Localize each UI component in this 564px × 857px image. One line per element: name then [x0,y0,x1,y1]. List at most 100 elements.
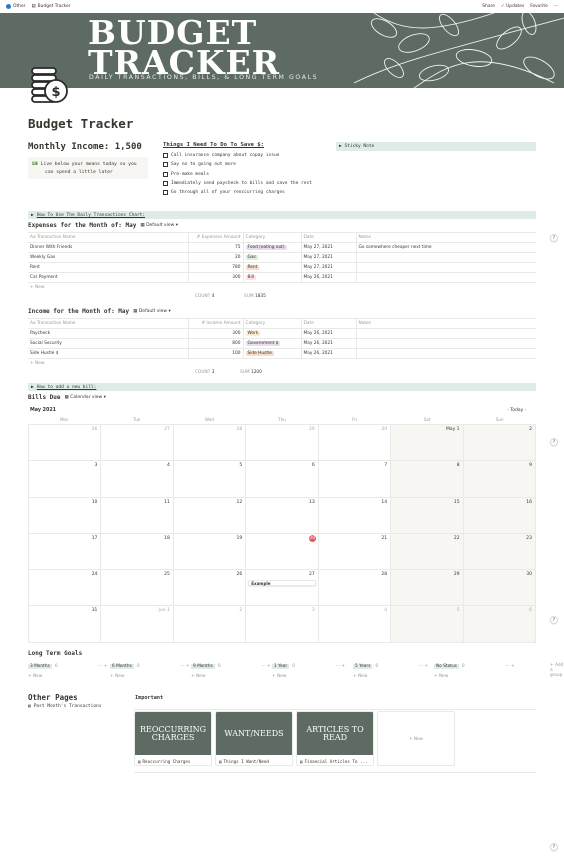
todo-item[interactable]: Immediately send paycheck to bills and s… [163,179,323,188]
cell-name[interactable]: Paycheck [28,328,188,339]
checkbox[interactable] [163,162,168,168]
calendar-day[interactable]: 13 [246,497,319,534]
calendar-day[interactable]: 21 [318,533,392,571]
new-card-button[interactable]: + New [434,674,515,679]
new-card-button[interactable]: + New [110,674,190,679]
gallery-card[interactable]: ARTICLES TO READ ▤ Financial Articles To … [296,711,374,766]
calendar-day[interactable]: 4 [101,461,174,498]
calendar-day[interactable]: 3 [29,461,102,498]
calendar-day[interactable]: 9 [463,461,536,498]
calendar-event[interactable]: Example [248,580,316,587]
calendar-day[interactable]: 19 [173,533,247,571]
share-button[interactable]: Share [482,4,495,9]
table-row[interactable]: Car Payment 300 Bill May 26, 2021 [28,272,536,283]
cell-category[interactable]: Food (eating out) [242,242,301,253]
calendar-day[interactable]: 28 [318,570,392,607]
cell-date[interactable]: May 26, 2021 [300,348,356,359]
group-label[interactable]: 9 Months [191,663,215,669]
group-label[interactable]: 1 Year [272,663,290,669]
more-icon[interactable]: ··· + [506,664,515,669]
expenses-count[interactable]: COUNT 4 [195,294,214,299]
calendar-day[interactable]: 27 Example [246,570,319,607]
chevron-right-icon[interactable]: › [525,408,527,413]
col-name[interactable]: Aa Transaction Name [28,232,188,243]
calendar-day[interactable]: 20 [246,533,319,571]
breadcrumb-workspace[interactable]: Other [6,4,25,9]
group-label[interactable]: No Status [434,663,459,669]
cell-date[interactable]: May 26, 2021 [300,328,356,339]
col-category[interactable]: Category [242,232,301,243]
todo-item[interactable]: Pre-make meals [163,170,323,179]
checkbox[interactable] [163,171,168,177]
calendar-day[interactable]: 4 [318,606,392,643]
cell-notes[interactable] [355,338,536,349]
col-amount[interactable]: # Income Amount [187,318,243,329]
calendar-day[interactable]: 7 [318,461,392,498]
calendar-day[interactable]: 22 [391,533,464,571]
cell-name[interactable]: Dinner With Friends [28,242,188,253]
chevron-left-icon[interactable]: ‹ [507,408,509,413]
cell-amount[interactable]: 300 [187,328,243,339]
calendar-day[interactable]: May 1 [391,425,464,462]
cell-amount[interactable]: 300 [187,272,243,283]
view-switcher[interactable]: ▦ Default view ▾ [133,309,171,314]
sticky-note-toggle[interactable]: ▶ Sticky Note [336,142,536,151]
cell-name[interactable]: Car Payment [28,272,188,283]
cell-notes[interactable] [355,328,536,339]
calendar-day[interactable]: 15 [391,497,464,534]
more-icon[interactable]: ··· + [336,664,345,669]
cell-amount[interactable]: 780 [187,262,243,273]
gallery-card[interactable]: REOCCURRING CHARGES ▤ Reoccurring Charges [134,711,212,766]
group-label[interactable]: 3 Months [28,663,52,669]
todo-item[interactable]: Call insurance company about copay issue [163,151,323,160]
calendar-day[interactable]: 12 [173,497,247,534]
checkbox[interactable] [163,190,168,196]
calendar-day[interactable]: 29 [246,425,319,462]
calendar-day[interactable]: 8 [391,461,464,498]
cell-name[interactable]: Rent [28,262,188,273]
calendar-day[interactable]: 16 [463,497,536,534]
calendar-day[interactable]: 10 [29,497,102,534]
new-card-button[interactable]: + New [28,674,108,679]
col-date[interactable]: Date [300,318,356,329]
cell-amount[interactable]: 20 [187,252,243,263]
calendar-day[interactable]: 28 [173,425,247,462]
past-transactions-link[interactable]: ▤ Past Month's Transactions [28,704,101,709]
cell-name[interactable]: Side Hustle $ [28,348,188,359]
new-card-button[interactable]: + New [272,674,345,679]
calendar-day[interactable]: 5 [391,606,464,643]
checkbox[interactable] [163,153,168,159]
more-icon[interactable]: ··· + [99,664,108,669]
table-row[interactable]: Paycheck 300 Work May 26, 2021 [28,328,536,339]
calendar-day[interactable]: 6 [463,606,536,643]
cell-name[interactable]: Social Security [28,338,188,349]
calendar-day[interactable]: 23 [463,533,536,571]
group-label[interactable]: 5 Years [353,663,373,669]
breadcrumb-page[interactable]: ▤ Budget Tracker [31,4,70,9]
checkbox[interactable] [163,181,168,187]
cell-amount[interactable]: 100 [187,348,243,359]
calendar-day[interactable]: 25 [101,570,174,607]
calendar-day[interactable]: 5 [173,461,247,498]
calendar-day[interactable]: 30 [318,425,392,462]
calendar-day[interactable]: 11 [101,497,174,534]
calendar-day[interactable]: 26 [29,425,102,462]
calendar-day[interactable]: 27 [101,425,174,462]
table-row[interactable]: Side Hustle $100 Side Hustle May 26, 2021 [28,348,536,359]
calendar-day[interactable]: 26 [173,570,247,607]
cell-category[interactable]: Side Hustle [242,348,301,359]
todo-item[interactable]: Go through all of your reoccurring charg… [163,188,323,197]
calendar-day[interactable]: 6 [246,461,319,498]
group-label[interactable]: 6 Months [110,663,134,669]
calendar-day[interactable]: 18 [101,533,174,571]
updates-button[interactable]: ✓ Updates [501,4,524,9]
help-button[interactable]: ? [550,438,558,446]
view-switcher[interactable]: ▦ Default view ▾ [140,223,178,228]
help-button[interactable]: ? [550,843,558,851]
table-row[interactable]: Social Security 800 Government $ May 26, 20… [28,338,536,349]
gallery-card[interactable]: WANT/NEEDS ▤ Things I Want/Need [215,711,293,766]
cell-category[interactable]: Rent [242,262,301,273]
cell-notes[interactable] [355,348,536,359]
calendar-day[interactable]: 3 [246,606,319,643]
col-name[interactable]: Aa Transaction Name [28,318,188,329]
